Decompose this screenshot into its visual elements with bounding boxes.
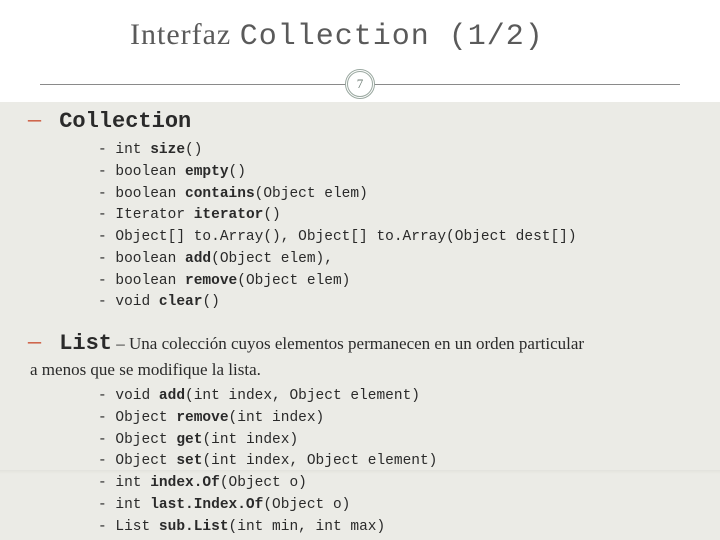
slide-title: Interfaz Collection (1/2) [40, 18, 680, 54]
method-item: boolean contains(Object elem) [98, 184, 692, 206]
method-item: int index.Of(Object o) [98, 473, 692, 495]
method-list-collection: int size()boolean empty()boolean contain… [28, 138, 692, 324]
page-number: 7 [357, 76, 364, 92]
bullet-dash: – [28, 326, 46, 356]
method-item: boolean remove(Object elem) [98, 271, 692, 293]
method-item: boolean empty() [98, 162, 692, 184]
title-divider: 7 [40, 72, 680, 96]
method-item: Object[] to.Array(), Object[] to.Array(O… [98, 227, 692, 249]
section-desc-continued: a menos que se modifique la lista. [28, 360, 692, 384]
slide: Interfaz Collection (1/2) 7 – Collection… [0, 0, 720, 540]
method-list-list: void add(int index, Object element)Objec… [28, 384, 692, 540]
method-item: Object get(int index) [98, 430, 692, 452]
section-head-collection: – Collection [28, 102, 692, 138]
title-area: Interfaz Collection (1/2) [0, 0, 720, 64]
shadow-edge [0, 470, 720, 474]
section-desc-inline: – Una colección cuyos elementos permanec… [112, 334, 584, 353]
section-title: Collection [59, 109, 191, 134]
section-title: List [59, 331, 112, 356]
method-item: List sub.List(int min, int max) [98, 517, 692, 539]
method-item: int size() [98, 140, 692, 162]
method-item: boolean add(Object elem), [98, 249, 692, 271]
method-item: Iterator iterator() [98, 205, 692, 227]
content-area: – Collection int size()boolean empty()bo… [0, 102, 720, 540]
method-item: void add(int index, Object element) [98, 386, 692, 408]
title-word-interfaz: Interfaz [130, 18, 240, 51]
title-word-collection: Collection (1/2) [240, 20, 544, 54]
method-item: Object remove(int index) [98, 408, 692, 430]
method-item: int last.Index.Of(Object o) [98, 495, 692, 517]
method-item: void clear() [98, 292, 692, 314]
page-number-badge: 7 [345, 69, 375, 99]
bullet-dash: – [28, 104, 46, 134]
section-head-list: – List – Una colección cuyos elementos p… [28, 324, 692, 360]
